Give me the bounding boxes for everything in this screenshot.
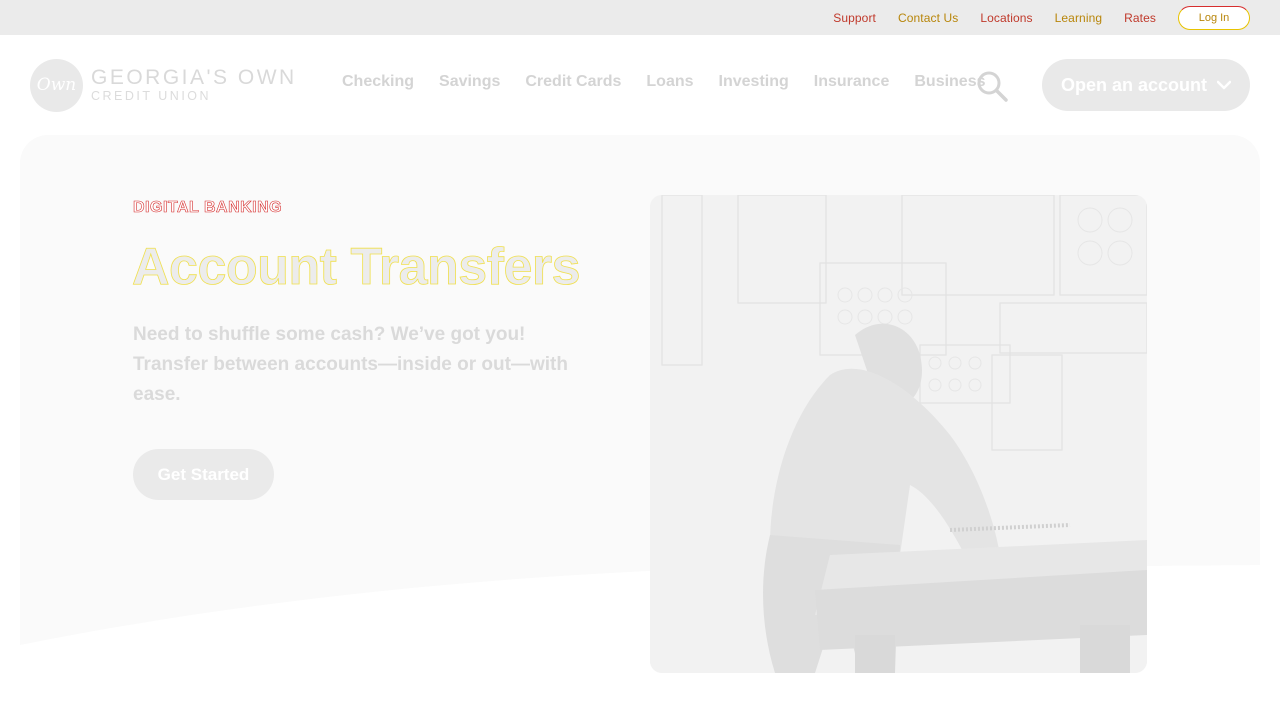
logo-text: GEORGIA'S OWN CREDIT UNION	[91, 66, 297, 104]
chevron-down-icon	[1217, 80, 1232, 90]
open-account-label: Open an account	[1060, 74, 1208, 95]
hero-eyebrow: DIGITAL BANKING	[133, 199, 283, 217]
hero-description: Need to shuffle some cash? We’ve got you…	[133, 324, 568, 405]
learning-link[interactable]: Learning	[1055, 11, 1103, 25]
logo-name: GEORGIA'S OWN	[91, 66, 297, 89]
get-started-button[interactable]: Get Started	[133, 449, 274, 500]
nav-item-savings[interactable]: Savings	[439, 73, 500, 91]
utility-links: Support Contact Us Locations Learning Ra…	[833, 0, 1250, 35]
brand-logo[interactable]: Own GEORGIA'S OWN CREDIT UNION	[30, 58, 297, 112]
nav-item-business[interactable]: Business	[914, 73, 985, 91]
hero-photo-illustration	[650, 195, 1147, 673]
utility-bar: Support Contact Us Locations Learning Ra…	[0, 0, 1280, 35]
page-title: Account Transfers	[132, 238, 581, 297]
logo-mark: Own	[30, 58, 83, 112]
main-header: Own GEORGIA'S OWN CREDIT UNION Checking …	[0, 35, 1280, 135]
login-button[interactable]: Log In	[1178, 5, 1250, 30]
logo-subname: CREDIT UNION	[91, 89, 212, 103]
main-nav: Checking Savings Credit Cards Loans Inve…	[342, 73, 1011, 91]
locations-link[interactable]: Locations	[980, 11, 1032, 25]
open-account-button[interactable]: Open an account	[1042, 59, 1250, 111]
contact-us-link[interactable]: Contact Us	[898, 11, 958, 25]
support-link[interactable]: Support	[833, 11, 876, 25]
nav-item-loans[interactable]: Loans	[646, 73, 693, 91]
nav-item-checking[interactable]: Checking	[342, 73, 414, 91]
nav-item-credit-cards[interactable]: Credit Cards	[525, 73, 621, 91]
search-icon[interactable]	[976, 70, 1008, 102]
nav-item-investing[interactable]: Investing	[719, 73, 789, 91]
nav-item-insurance[interactable]: Insurance	[814, 73, 890, 91]
hero-image	[650, 195, 1147, 673]
rates-link[interactable]: Rates	[1124, 11, 1156, 25]
